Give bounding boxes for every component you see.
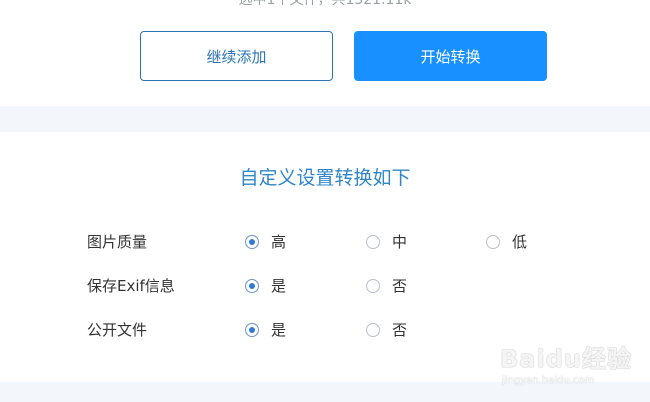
quality-low-label: 低 [512, 233, 528, 251]
quality-medium-radio[interactable] [366, 235, 380, 249]
quality-high-option[interactable]: 高 [245, 232, 286, 252]
start-convert-button[interactable]: 开始转换 [354, 31, 547, 81]
public-yes-label: 是 [271, 321, 287, 339]
quality-high-label: 高 [271, 233, 287, 251]
public-file-label: 公开文件 [87, 321, 148, 339]
quality-low-radio[interactable] [486, 235, 500, 249]
quality-medium-option[interactable]: 中 [366, 232, 407, 252]
public-no-radio[interactable] [366, 323, 380, 337]
public-yes-option[interactable]: 是 [245, 320, 286, 340]
public-no-label: 否 [392, 321, 408, 339]
exif-yes-radio[interactable] [245, 279, 259, 293]
exif-yes-option[interactable]: 是 [245, 276, 286, 296]
exif-no-label: 否 [392, 277, 408, 295]
public-no-option[interactable]: 否 [366, 320, 407, 340]
quality-medium-label: 中 [392, 233, 408, 251]
image-quality-label: 图片质量 [87, 233, 148, 251]
exif-yes-label: 是 [271, 277, 287, 295]
settings-title: 自定义设置转换如下 [239, 167, 411, 189]
exif-no-option[interactable]: 否 [366, 276, 407, 296]
quality-low-option[interactable]: 低 [486, 232, 527, 252]
upload-panel: 选中1个文件，共1321.11k 继续添加 开始转换 [0, 0, 650, 106]
file-summary-text: 选中1个文件，共1321.11k [238, 0, 412, 8]
continue-add-button[interactable]: 继续添加 [140, 31, 333, 81]
exif-no-radio[interactable] [366, 279, 380, 293]
public-yes-radio[interactable] [245, 323, 259, 337]
save-exif-label: 保存Exif信息 [87, 277, 175, 295]
quality-high-radio[interactable] [245, 235, 259, 249]
custom-settings-panel: 自定义设置转换如下 图片质量 高 中 低 保存Exif信息 是 否 公开文件 是… [0, 132, 650, 382]
